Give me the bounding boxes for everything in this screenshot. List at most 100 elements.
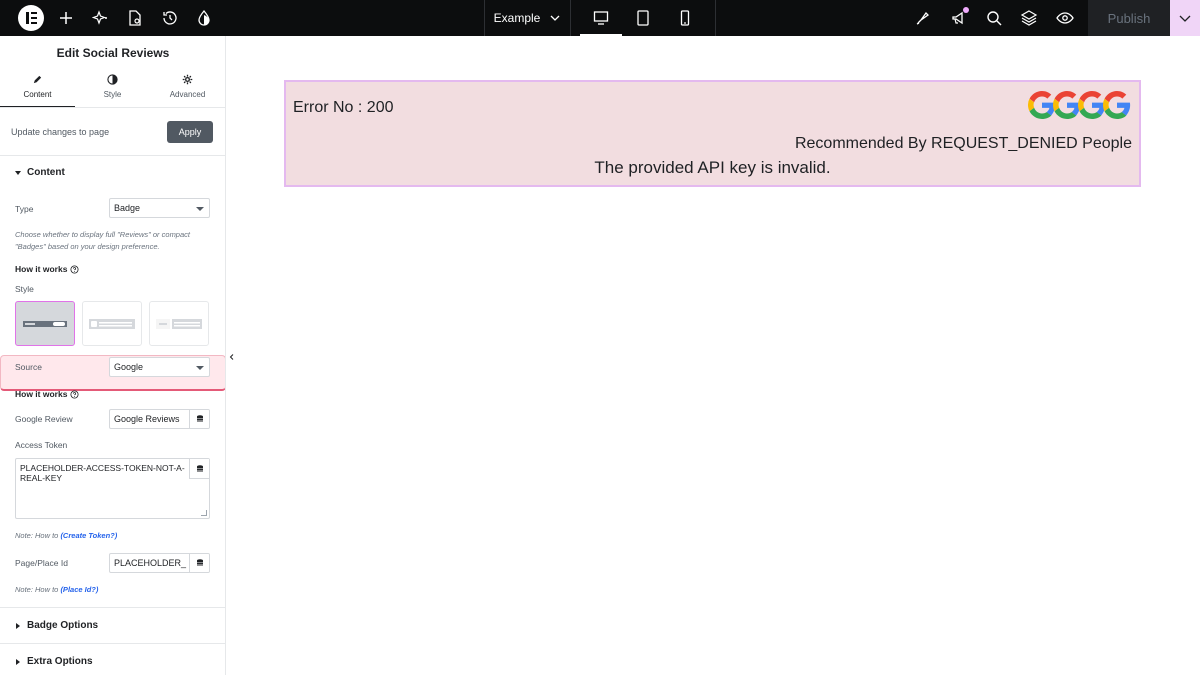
divider bbox=[0, 607, 225, 608]
apply-button[interactable]: Apply bbox=[167, 121, 213, 143]
tab-content-label: Content bbox=[23, 90, 52, 99]
google-review-value: Google Reviews bbox=[114, 414, 180, 424]
social-reviews-widget[interactable]: Error No : 200 Recommended By REQUEST_DE… bbox=[284, 80, 1141, 187]
google-review-input[interactable]: Google Reviews bbox=[109, 409, 210, 429]
how-it-works-label: How it works bbox=[15, 264, 68, 274]
place-id-label: Page/Place Id bbox=[15, 558, 68, 568]
divider bbox=[715, 0, 716, 36]
how-it-works-label-2: How it works bbox=[15, 389, 68, 399]
tab-advanced[interactable]: Advanced bbox=[150, 74, 225, 108]
database-icon bbox=[196, 415, 203, 422]
google-logos bbox=[1028, 90, 1131, 120]
caret-right-icon bbox=[16, 622, 20, 629]
caret-right-icon bbox=[16, 658, 20, 665]
type-select[interactable]: Badge bbox=[109, 198, 210, 218]
recommended-text: Recommended By REQUEST_DENIED People bbox=[794, 135, 1132, 152]
type-select-value: Badge bbox=[114, 203, 141, 213]
style-option-3[interactable] bbox=[149, 301, 209, 346]
error-number: Error No : 200 bbox=[293, 99, 394, 116]
create-token-link[interactable]: (Create Token?) bbox=[60, 531, 117, 540]
extra-options-title: Extra Options bbox=[27, 656, 93, 667]
mobile-view-button[interactable] bbox=[664, 0, 706, 36]
desktop-icon bbox=[593, 11, 609, 25]
notification-dot bbox=[963, 7, 969, 13]
tablet-view-button[interactable] bbox=[622, 0, 664, 36]
source-select-value: Google bbox=[114, 362, 144, 372]
google-review-label: Google Review bbox=[15, 414, 73, 424]
database-icon bbox=[196, 464, 203, 471]
place-id-link[interactable]: (Place Id?) bbox=[60, 585, 98, 594]
dynamic-tags-button[interactable] bbox=[189, 410, 209, 428]
google-logo-icon bbox=[1053, 91, 1081, 119]
chevron-left-icon bbox=[229, 354, 234, 360]
tab-style-label: Style bbox=[103, 90, 122, 99]
badge-style-3-preview bbox=[156, 318, 202, 329]
token-note-prefix: Note: How to bbox=[15, 531, 61, 540]
how-it-works-link-2[interactable]: How it works bbox=[15, 389, 79, 399]
tablet-icon bbox=[637, 10, 649, 26]
style-option-1[interactable] bbox=[15, 301, 75, 346]
tab-style[interactable]: Style bbox=[75, 74, 150, 108]
badge-style-2-preview bbox=[89, 318, 135, 329]
badge-options-title: Badge Options bbox=[27, 620, 99, 631]
google-logo-icon bbox=[1103, 91, 1131, 119]
style-option-2[interactable] bbox=[82, 301, 142, 346]
extra-options-toggle[interactable]: Extra Options bbox=[15, 656, 93, 667]
mobile-icon bbox=[680, 10, 690, 26]
ai-sparkle-icon[interactable] bbox=[92, 9, 110, 27]
place-id-input[interactable]: PLACEHOLDER_ bbox=[109, 553, 210, 573]
resize-handle[interactable] bbox=[201, 510, 207, 516]
google-logo-icon bbox=[1028, 91, 1056, 119]
style-label: Style bbox=[15, 284, 34, 294]
top-bar: Example Publish bbox=[0, 0, 1200, 36]
how-it-works-link[interactable]: How it works bbox=[15, 264, 79, 274]
content-section-toggle[interactable]: Content bbox=[15, 167, 65, 178]
site-switcher[interactable]: Example bbox=[484, 0, 570, 36]
tabs-divider bbox=[0, 107, 225, 108]
publish-options-button[interactable] bbox=[1170, 0, 1200, 36]
preview-icon[interactable] bbox=[1056, 9, 1074, 27]
history-icon[interactable] bbox=[161, 9, 179, 27]
gear-icon bbox=[182, 74, 193, 85]
panel-title: Edit Social Reviews bbox=[56, 46, 170, 60]
caret-down-icon bbox=[15, 170, 21, 175]
page-settings-icon[interactable] bbox=[126, 9, 144, 27]
type-label: Type bbox=[15, 204, 34, 214]
theme-style-icon[interactable] bbox=[195, 9, 213, 27]
tab-content[interactable]: Content bbox=[0, 74, 75, 108]
update-text: Update changes to page bbox=[11, 127, 110, 137]
place-id-note: Note: How to (Place Id?) bbox=[15, 585, 98, 594]
google-logo-icon bbox=[1078, 91, 1106, 119]
divider bbox=[570, 0, 571, 36]
site-settings-icon[interactable] bbox=[914, 9, 932, 27]
search-icon[interactable] bbox=[985, 9, 1003, 27]
badge-options-toggle[interactable]: Badge Options bbox=[15, 620, 98, 631]
place-note-prefix: Note: How to bbox=[15, 585, 61, 594]
source-label: Source bbox=[15, 362, 42, 372]
panel-collapse-button[interactable] bbox=[226, 345, 238, 369]
divider bbox=[0, 155, 225, 156]
elementor-logo-icon[interactable] bbox=[18, 5, 44, 31]
access-token-label: Access Token bbox=[15, 440, 68, 450]
help-icon bbox=[70, 389, 79, 399]
type-description: Choose whether to display full "Reviews"… bbox=[15, 230, 190, 251]
token-note: Note: How to (Create Token?) bbox=[15, 531, 117, 540]
tab-advanced-label: Advanced bbox=[169, 90, 206, 99]
pencil-icon bbox=[33, 75, 42, 84]
help-icon bbox=[70, 264, 79, 274]
chevron-down-icon bbox=[550, 15, 560, 21]
source-select[interactable]: Google bbox=[109, 357, 210, 377]
add-icon[interactable] bbox=[57, 9, 75, 27]
chevron-down-icon bbox=[1179, 15, 1191, 22]
editor-panel: Edit Social Reviews Content Style Advanc… bbox=[0, 36, 226, 675]
content-section-title: Content bbox=[27, 167, 65, 178]
publish-button[interactable]: Publish bbox=[1088, 0, 1170, 36]
desktop-view-button[interactable] bbox=[580, 0, 622, 36]
dynamic-tags-button[interactable] bbox=[189, 554, 209, 572]
dynamic-tags-button[interactable] bbox=[189, 459, 209, 479]
caret-down-icon bbox=[196, 366, 204, 370]
structure-icon[interactable] bbox=[1020, 9, 1038, 27]
database-icon bbox=[196, 559, 203, 566]
access-token-textarea[interactable]: PLACEHOLDER-ACCESS-TOKEN-NOT-A-REAL-KEY bbox=[15, 458, 210, 519]
badge-style-1-preview bbox=[23, 320, 67, 327]
